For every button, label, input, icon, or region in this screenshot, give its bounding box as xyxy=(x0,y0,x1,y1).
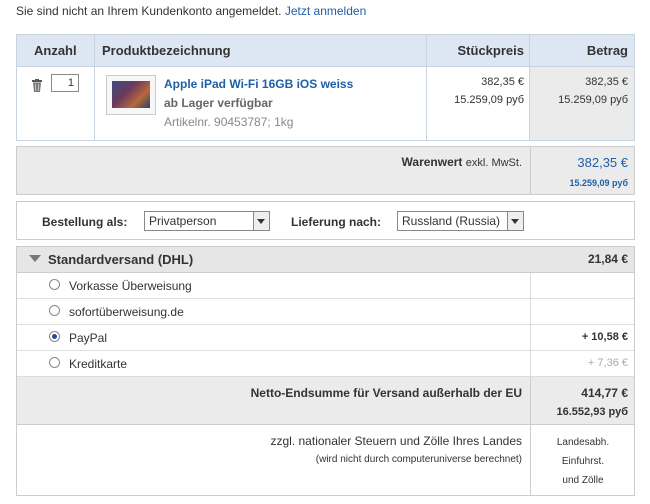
warenwert-eur: 382,35 € xyxy=(577,155,628,170)
lieferung-select[interactable]: Russland (Russia) xyxy=(397,211,524,231)
payment-price: + 7,36 € xyxy=(587,357,628,369)
radio-button[interactable] xyxy=(49,279,60,290)
tax-sublabel: (wird nicht durch computeruniverse berec… xyxy=(315,454,522,465)
header-produkt: Produktbezeichnung xyxy=(102,43,231,58)
collapse-triangle-icon[interactable] xyxy=(29,255,41,262)
col-divider xyxy=(426,35,427,140)
warenwert-suffix: exkl. MwSt. xyxy=(465,157,522,169)
payment-option-paypal[interactable]: PayPal + 10,58 € xyxy=(17,325,634,351)
header-anzahl: Anzahl xyxy=(34,43,77,58)
shipping-section: Standardversand (DHL) 21,84 € Vorkasse Ü… xyxy=(16,246,635,496)
unit-price-rub: 15.259,09 руб xyxy=(454,94,524,106)
shipping-header[interactable]: Standardversand (DHL) 21,84 € xyxy=(17,247,634,273)
radio-button[interactable] xyxy=(49,305,60,316)
chevron-down-icon xyxy=(507,212,523,230)
product-thumbnail[interactable] xyxy=(106,75,156,115)
article-number: Artikelnr. 90453787; 1kg xyxy=(164,115,294,129)
warenwert-rub: 15.259,09 руб xyxy=(569,178,628,188)
payment-price: + 10,58 € xyxy=(581,331,628,343)
payment-label: Kreditkarte xyxy=(69,357,128,371)
netto-label: Netto-Endsumme für Versand außerhalb der… xyxy=(250,386,522,400)
total-eur: 382,35 € xyxy=(585,76,628,88)
divider xyxy=(530,273,531,298)
divider xyxy=(530,325,531,350)
cart-header: Anzahl Produktbezeichnung Stückpreis Bet… xyxy=(17,35,634,67)
total-rub: 15.259,09 руб xyxy=(558,94,628,106)
payment-option-vorkasse[interactable]: Vorkasse Überweisung xyxy=(17,273,634,299)
tax-note-line: Landesabh. xyxy=(556,437,610,448)
unit-price-eur: 382,35 € xyxy=(481,76,524,88)
netto-total: Netto-Endsumme für Versand außerhalb der… xyxy=(17,377,634,425)
payment-option-sofort[interactable]: sofortüberweisung.de xyxy=(17,299,634,325)
divider xyxy=(530,425,531,495)
warenwert-label: Warenwert exkl. MwSt. xyxy=(402,155,522,169)
lieferung-label: Lieferung nach: xyxy=(291,215,382,229)
tax-note: Landesabh. Einfuhrst. und Zölle xyxy=(532,433,634,490)
divider xyxy=(530,377,531,424)
shipping-title: Standardversand (DHL) xyxy=(48,252,194,267)
netto-rub: 16.552,93 руб xyxy=(556,406,628,418)
lieferung-value: Russland (Russia) xyxy=(402,214,501,228)
bestellung-select[interactable]: Privatperson xyxy=(144,211,270,231)
warenwert-box: Warenwert exkl. MwSt. 382,35 € 15.259,09… xyxy=(16,146,635,195)
quantity-input[interactable]: 1 xyxy=(51,74,79,92)
netto-eur: 414,77 € xyxy=(581,386,628,400)
shipping-price: 21,84 € xyxy=(587,252,628,266)
availability-text: ab Lager verfügbar xyxy=(164,96,273,110)
bestellung-value: Privatperson xyxy=(149,214,217,228)
bestellung-label: Bestellung als: xyxy=(42,215,128,229)
tax-note-line: Einfuhrst. xyxy=(561,456,605,467)
login-notice: Sie sind nicht an Ihrem Kundenkonto ange… xyxy=(16,4,366,18)
product-name-link[interactable]: Apple iPad Wi-Fi 16GB iOS weiss xyxy=(164,77,353,91)
login-message: Sie sind nicht an Ihrem Kundenkonto ange… xyxy=(16,4,282,18)
header-stueckpreis: Stückpreis xyxy=(457,43,524,58)
cart-table: Anzahl Produktbezeichnung Stückpreis Bet… xyxy=(16,34,635,141)
payment-label: sofortüberweisung.de xyxy=(69,305,184,319)
trash-icon[interactable] xyxy=(31,79,43,92)
payment-label: PayPal xyxy=(69,331,108,345)
divider xyxy=(530,299,531,324)
col-divider xyxy=(529,35,530,140)
chevron-down-icon xyxy=(253,212,269,230)
col-divider xyxy=(94,35,95,140)
order-options: Bestellung als: Privatperson Lieferung n… xyxy=(16,201,635,240)
payment-label: Vorkasse Überweisung xyxy=(69,279,192,293)
tax-info: zzgl. nationaler Steuern und Zölle Ihres… xyxy=(17,425,634,495)
divider xyxy=(530,147,531,194)
divider xyxy=(530,351,531,376)
tax-label: zzgl. nationaler Steuern und Zölle Ihres… xyxy=(270,434,523,448)
radio-button[interactable] xyxy=(49,357,60,368)
login-link[interactable]: Jetzt anmelden xyxy=(285,4,366,18)
radio-button-selected[interactable] xyxy=(49,331,60,342)
tax-note-line: und Zölle xyxy=(562,475,604,486)
warenwert-title: Warenwert xyxy=(401,155,463,169)
payment-option-kreditkarte[interactable]: Kreditkarte + 7,36 € xyxy=(17,351,634,377)
header-betrag: Betrag xyxy=(586,43,628,58)
